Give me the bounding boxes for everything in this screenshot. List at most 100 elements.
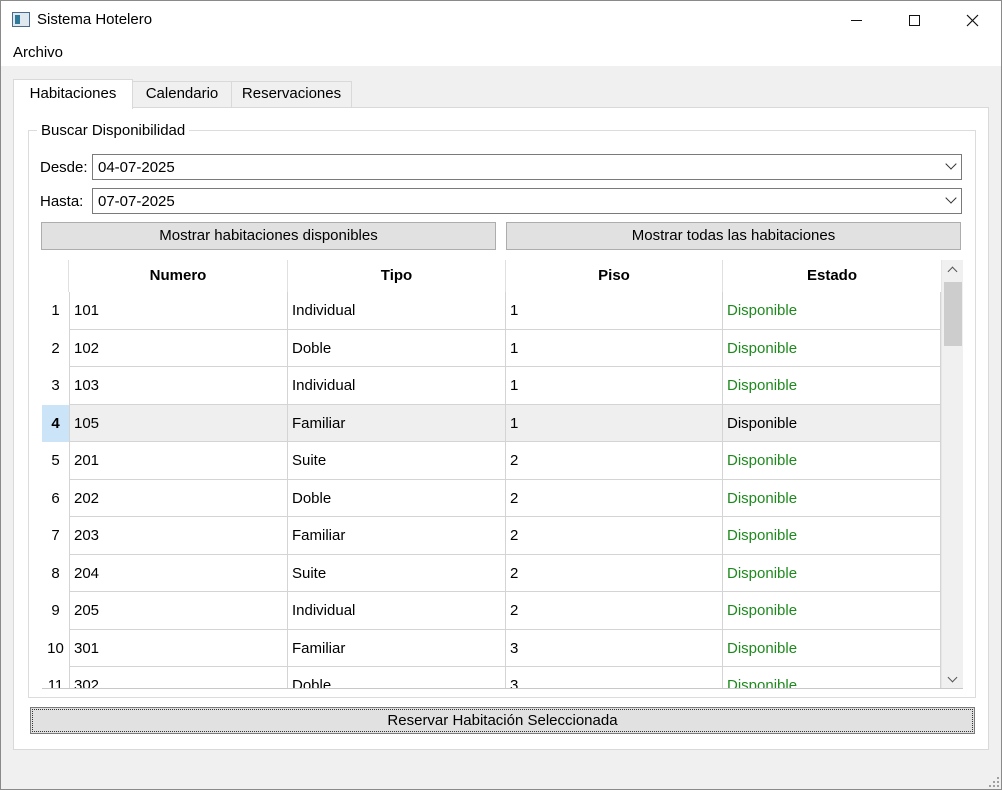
column-header-piso[interactable]: Piso bbox=[506, 260, 723, 292]
cell-piso[interactable]: 1 bbox=[506, 367, 723, 405]
cell-estado[interactable]: Disponible bbox=[723, 404, 941, 442]
table-row[interactable]: 10 301 Familiar 3 Disponible bbox=[42, 629, 941, 668]
table-row[interactable]: 9 205 Individual 2 Disponible bbox=[42, 592, 941, 630]
reserve-room-button[interactable]: Reservar Habitación Seleccionada bbox=[30, 707, 975, 734]
hasta-date-picker[interactable]: 07-07-2025 bbox=[92, 188, 962, 214]
cell-estado[interactable]: Disponible bbox=[723, 292, 941, 330]
cell-piso[interactable]: 1 bbox=[506, 404, 723, 442]
cell-numero[interactable]: 101 bbox=[69, 292, 288, 330]
cell-estado[interactable]: Disponible bbox=[723, 329, 941, 367]
row-header[interactable]: 5 bbox=[42, 442, 69, 480]
cell-tipo[interactable]: Individual bbox=[288, 592, 506, 630]
group-title: Buscar Disponibilidad bbox=[37, 122, 190, 139]
close-icon bbox=[966, 14, 978, 26]
rooms-grid[interactable]: Numero Tipo Piso Estado 1 101 Individual 1 D… bbox=[42, 260, 963, 689]
hasta-date-value: 07-07-2025 bbox=[98, 193, 175, 210]
cell-numero[interactable]: 103 bbox=[69, 367, 288, 405]
cell-estado[interactable]: Disponible bbox=[723, 442, 941, 480]
cell-piso[interactable]: 1 bbox=[506, 292, 723, 330]
cell-estado[interactable]: Disponible bbox=[723, 367, 941, 405]
maximize-button[interactable] bbox=[885, 1, 943, 39]
desde-date-picker[interactable]: 04-07-2025 bbox=[92, 154, 962, 180]
row-header[interactable]: 7 bbox=[42, 517, 69, 555]
cell-piso[interactable]: 1 bbox=[506, 329, 723, 367]
row-header[interactable]: 1 bbox=[42, 292, 69, 330]
show-all-button[interactable]: Mostrar todas las habitaciones bbox=[506, 222, 961, 250]
cell-numero[interactable]: 201 bbox=[69, 442, 288, 480]
minimize-button[interactable] bbox=[827, 1, 885, 39]
row-header[interactable]: 8 bbox=[42, 555, 69, 593]
cell-tipo[interactable]: Individual bbox=[288, 367, 506, 405]
cell-piso[interactable]: 2 bbox=[506, 517, 723, 555]
cell-piso[interactable]: 2 bbox=[506, 592, 723, 630]
table-row[interactable]: 7 203 Familiar 2 Disponible bbox=[42, 517, 941, 555]
cell-tipo[interactable]: Doble bbox=[288, 479, 506, 517]
close-button[interactable] bbox=[943, 1, 1001, 39]
column-header-numero[interactable]: Numero bbox=[69, 260, 288, 292]
show-available-button[interactable]: Mostrar habitaciones disponibles bbox=[41, 222, 496, 250]
cell-numero[interactable]: 102 bbox=[69, 329, 288, 367]
scroll-down-icon[interactable] bbox=[942, 669, 963, 688]
tab-calendario[interactable]: Calendario bbox=[132, 81, 232, 107]
cell-estado[interactable]: Disponible bbox=[723, 517, 941, 555]
app-window: Sistema Hotelero Archivo Habitaciones Ca… bbox=[0, 0, 1002, 790]
cell-piso[interactable]: 3 bbox=[506, 629, 723, 667]
window-title: Sistema Hotelero bbox=[37, 11, 153, 28]
cell-estado[interactable]: Disponible bbox=[723, 479, 941, 517]
scroll-thumb[interactable] bbox=[944, 282, 962, 346]
menu-archivo[interactable]: Archivo bbox=[7, 42, 69, 63]
cell-numero[interactable]: 204 bbox=[69, 554, 288, 592]
cell-tipo[interactable]: Familiar bbox=[288, 517, 506, 555]
cell-numero[interactable]: 205 bbox=[69, 592, 288, 630]
table-row[interactable]: 4 105 Familiar 1 Disponible bbox=[42, 404, 941, 442]
hasta-label: Hasta: bbox=[40, 193, 84, 210]
table-row[interactable]: 1 101 Individual 1 Disponible bbox=[42, 292, 941, 330]
cell-piso[interactable]: 2 bbox=[506, 442, 723, 480]
cell-numero[interactable]: 203 bbox=[69, 517, 288, 555]
cell-tipo[interactable]: Familiar bbox=[288, 404, 506, 442]
cell-estado[interactable]: Disponible bbox=[723, 554, 941, 592]
vertical-scrollbar[interactable] bbox=[941, 260, 963, 688]
chevron-down-icon[interactable] bbox=[945, 192, 957, 204]
cell-piso[interactable]: 3 bbox=[506, 667, 723, 688]
cell-tipo[interactable]: Suite bbox=[288, 442, 506, 480]
column-header-tipo[interactable]: Tipo bbox=[288, 260, 506, 292]
table-row[interactable]: 11 302 Doble 3 Disponible bbox=[42, 667, 941, 688]
table-row[interactable]: 8 204 Suite 2 Disponible bbox=[42, 554, 941, 593]
row-header[interactable]: 10 bbox=[42, 630, 69, 668]
cell-tipo[interactable]: Suite bbox=[288, 554, 506, 592]
row-header[interactable]: 4 bbox=[42, 404, 69, 442]
row-header[interactable]: 11 bbox=[42, 667, 69, 688]
row-header[interactable]: 6 bbox=[42, 480, 69, 518]
cell-numero[interactable]: 302 bbox=[69, 667, 288, 688]
row-header[interactable]: 9 bbox=[42, 592, 69, 630]
cell-tipo[interactable]: Individual bbox=[288, 292, 506, 330]
row-header[interactable]: 3 bbox=[42, 367, 69, 405]
column-header-estado[interactable]: Estado bbox=[723, 260, 941, 292]
table-row[interactable]: 3 103 Individual 1 Disponible bbox=[42, 367, 941, 405]
resize-grip-icon[interactable] bbox=[989, 777, 999, 787]
cell-numero[interactable]: 105 bbox=[69, 404, 288, 442]
row-header[interactable]: 2 bbox=[42, 330, 69, 368]
desde-date-value: 04-07-2025 bbox=[98, 159, 175, 176]
table-row[interactable]: 5 201 Suite 2 Disponible bbox=[42, 442, 941, 480]
row-header-corner[interactable] bbox=[42, 260, 69, 292]
title-bar[interactable]: Sistema Hotelero bbox=[1, 1, 1001, 39]
cell-tipo[interactable]: Doble bbox=[288, 329, 506, 367]
cell-estado[interactable]: Disponible bbox=[723, 592, 941, 630]
scroll-up-icon[interactable] bbox=[942, 260, 963, 280]
cell-estado[interactable]: Disponible bbox=[723, 667, 941, 688]
table-row[interactable]: 6 202 Doble 2 Disponible bbox=[42, 479, 941, 518]
cell-numero[interactable]: 202 bbox=[69, 479, 288, 517]
table-row[interactable]: 2 102 Doble 1 Disponible bbox=[42, 329, 941, 368]
cell-tipo[interactable]: Doble bbox=[288, 667, 506, 688]
cell-piso[interactable]: 2 bbox=[506, 554, 723, 592]
chevron-down-icon[interactable] bbox=[945, 158, 957, 170]
grid-header: Numero Tipo Piso Estado bbox=[42, 260, 941, 292]
cell-tipo[interactable]: Familiar bbox=[288, 629, 506, 667]
tab-habitaciones[interactable]: Habitaciones bbox=[13, 79, 133, 109]
tab-reservaciones[interactable]: Reservaciones bbox=[231, 81, 352, 107]
cell-estado[interactable]: Disponible bbox=[723, 629, 941, 667]
cell-piso[interactable]: 2 bbox=[506, 479, 723, 517]
cell-numero[interactable]: 301 bbox=[69, 629, 288, 667]
